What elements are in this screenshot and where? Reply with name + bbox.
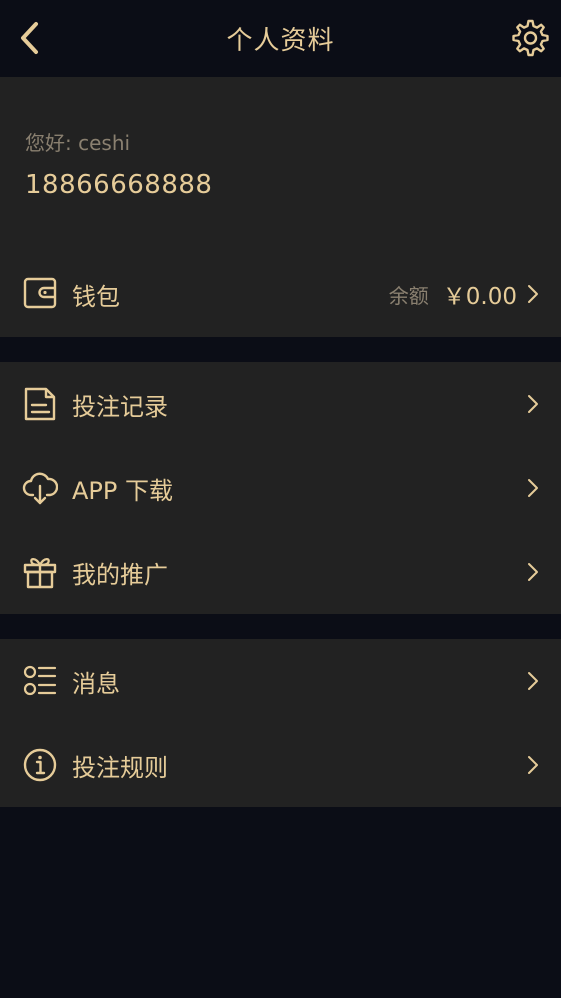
chevron-left-icon xyxy=(21,22,38,54)
chevron-right-icon xyxy=(528,563,538,581)
menu-item-label: APP 下载 xyxy=(72,476,173,505)
menu-item-bet-rules[interactable]: 投注规则 xyxy=(0,723,561,807)
menu-item-label: 投注记录 xyxy=(72,392,168,421)
settings-button[interactable] xyxy=(509,18,549,58)
menu-item-label: 投注规则 xyxy=(72,753,168,782)
profile-card: 您好: ceshi 18866668888 钱包 余额 ￥0.00 xyxy=(0,77,561,337)
menu-item-bet-records[interactable]: 投注记录 xyxy=(0,362,561,446)
chevron-right-icon xyxy=(528,395,538,413)
balance-label: 余额 xyxy=(388,283,429,308)
menu-group-1: 投注记录 APP 下载 我的推广 xyxy=(0,362,561,614)
chevron-right-icon xyxy=(528,672,538,690)
phone-number: 18866668888 xyxy=(25,170,213,200)
wallet-row[interactable]: 钱包 余额 ￥0.00 xyxy=(0,252,561,336)
chevron-right-icon xyxy=(528,479,538,497)
info-icon xyxy=(23,748,57,782)
back-button[interactable] xyxy=(14,18,50,58)
gear-icon xyxy=(512,19,549,57)
wallet-balance: 余额 ￥0.00 xyxy=(389,277,517,311)
menu-item-my-promotion[interactable]: 我的推广 xyxy=(0,530,561,614)
cloud-download-icon xyxy=(22,472,58,505)
wallet-icon xyxy=(23,277,57,309)
page-title: 个人资料 xyxy=(226,26,335,56)
chevron-right-icon xyxy=(528,285,538,303)
list-bullets-icon xyxy=(23,665,57,696)
balance-value: ￥0.00 xyxy=(442,284,517,310)
gift-icon xyxy=(23,558,57,589)
menu-group-2: 消息 投注规则 xyxy=(0,639,561,807)
menu-item-label: 消息 xyxy=(72,669,120,698)
greeting-text: 您好: ceshi xyxy=(25,131,131,155)
menu-item-app-download[interactable]: APP 下载 xyxy=(0,446,561,530)
document-list-icon xyxy=(24,387,56,421)
menu-item-messages[interactable]: 消息 xyxy=(0,639,561,723)
wallet-label: 钱包 xyxy=(72,282,120,311)
chevron-right-icon xyxy=(528,756,538,774)
menu-item-label: 我的推广 xyxy=(72,560,168,589)
top-nav-bar: 个人资料 xyxy=(0,0,561,77)
